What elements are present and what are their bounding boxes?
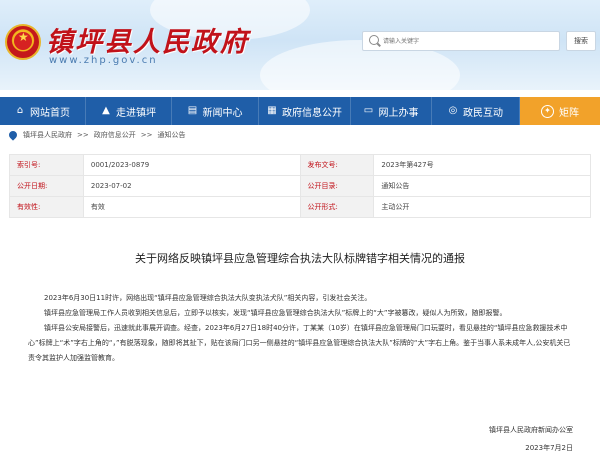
breadcrumb-separator: >>: [140, 131, 153, 139]
nav-item-matrix[interactable]: ✦ 矩阵: [520, 97, 600, 125]
meta-key-catalog: 公开目录:: [299, 175, 375, 197]
nav-item-news[interactable]: ▤ 新闻中心: [172, 97, 259, 125]
site-title: 镇坪县人民政府: [46, 27, 249, 58]
breadcrumb-link-notices[interactable]: 通知公告: [157, 130, 185, 140]
meta-key-doc-no: 发布文号:: [299, 154, 375, 176]
nav-item-label: 网站首页: [30, 107, 70, 119]
meta-value-doc-no: 2023年第427号: [373, 154, 591, 176]
document-icon: ▦: [267, 105, 277, 116]
site-header: ★ 镇坪县人民政府 www.zhp.gov.cn 搜索: [0, 0, 600, 90]
breadcrumb-link-home[interactable]: 镇坪县人民政府: [23, 130, 72, 140]
article-paragraph: 镇坪县公安局接警后，迅速就此事展开调查。经查，2023年6月27日18时40分许…: [28, 324, 571, 362]
meta-value-date: 2023-07-02: [82, 175, 301, 197]
article-title: 关于网络反映镇坪县应急管理综合执法大队标牌错字相关情况的通报: [135, 252, 465, 265]
meta-key-index: 索引号:: [9, 154, 84, 176]
nav-item-label: 走进镇坪: [116, 107, 156, 119]
search-icon: [369, 35, 379, 45]
search-input[interactable]: [383, 34, 553, 48]
article-paragraph: 镇坪县应急管理局工作人员收到相关信息后，立即予以核实，发现“镇坪县应急管理综合执…: [44, 309, 507, 317]
nav-item-gov-info[interactable]: ▦ 政府信息公开: [259, 97, 351, 125]
nav-item-label: 矩阵: [559, 107, 579, 119]
document-meta-table: 索引号: 0001/2023-0879 发布文号: 2023年第427号 公开日…: [9, 154, 591, 218]
meta-value-catalog: 通知公告: [373, 175, 591, 197]
site-url: www.zhp.gov.cn: [49, 55, 158, 66]
main-nav: ⌂ 网站首页 ▲ 走进镇坪 ▤ 新闻中心 ▦ 政府信息公开 ▭ 网上办事 ◎ 政…: [0, 97, 600, 125]
nav-item-about[interactable]: ▲ 走进镇坪: [86, 97, 172, 125]
nav-item-label: 政民互动: [463, 107, 503, 119]
meta-value-index: 0001/2023-0879: [82, 154, 301, 176]
home-icon: ⌂: [16, 105, 24, 116]
mountain-icon: ▲: [102, 105, 110, 116]
nav-item-home[interactable]: ⌂ 网站首页: [0, 97, 86, 125]
signature-date: 2023年7月2日: [525, 444, 573, 452]
nav-item-interaction[interactable]: ◎ 政民互动: [432, 97, 520, 125]
article-body: 2023年6月30日11时许，网络出现“镇坪县应急管理综合执法大队变执法犬队”相…: [28, 291, 574, 366]
nav-item-label: 新闻中心: [202, 107, 243, 119]
chat-icon: ◎: [448, 105, 458, 116]
meta-value-validity: 有效: [82, 196, 301, 218]
meta-key-form: 公开形式:: [299, 196, 375, 218]
location-pin-icon: [7, 129, 19, 141]
breadcrumb-link-gov-info[interactable]: 政府信息公开: [94, 130, 136, 140]
breadcrumb: 镇坪县人民政府 >> 政府信息公开 >> 通知公告: [7, 128, 190, 142]
article-paragraph: 2023年6月30日11时许，网络出现“镇坪县应急管理综合执法大队变执法犬队”相…: [44, 294, 372, 302]
meta-key-validity: 有效性:: [9, 196, 84, 218]
meta-key-date: 公开日期:: [9, 175, 84, 197]
news-icon: ▤: [187, 105, 198, 116]
nav-item-label: 网上办事: [378, 107, 419, 119]
nav-item-label: 政府信息公开: [282, 107, 342, 119]
computer-icon: ▭: [363, 105, 374, 116]
nav-item-online-services[interactable]: ▭ 网上办事: [351, 97, 432, 125]
matrix-icon: ✦: [541, 104, 554, 118]
signature-org: 镇坪县人民政府新闻办公室: [489, 426, 573, 434]
search-button[interactable]: 搜索: [566, 31, 596, 51]
search-box[interactable]: [362, 31, 560, 51]
meta-value-form: 主动公开: [373, 196, 591, 218]
national-emblem-icon: ★: [5, 24, 41, 60]
breadcrumb-separator: >>: [77, 131, 89, 139]
